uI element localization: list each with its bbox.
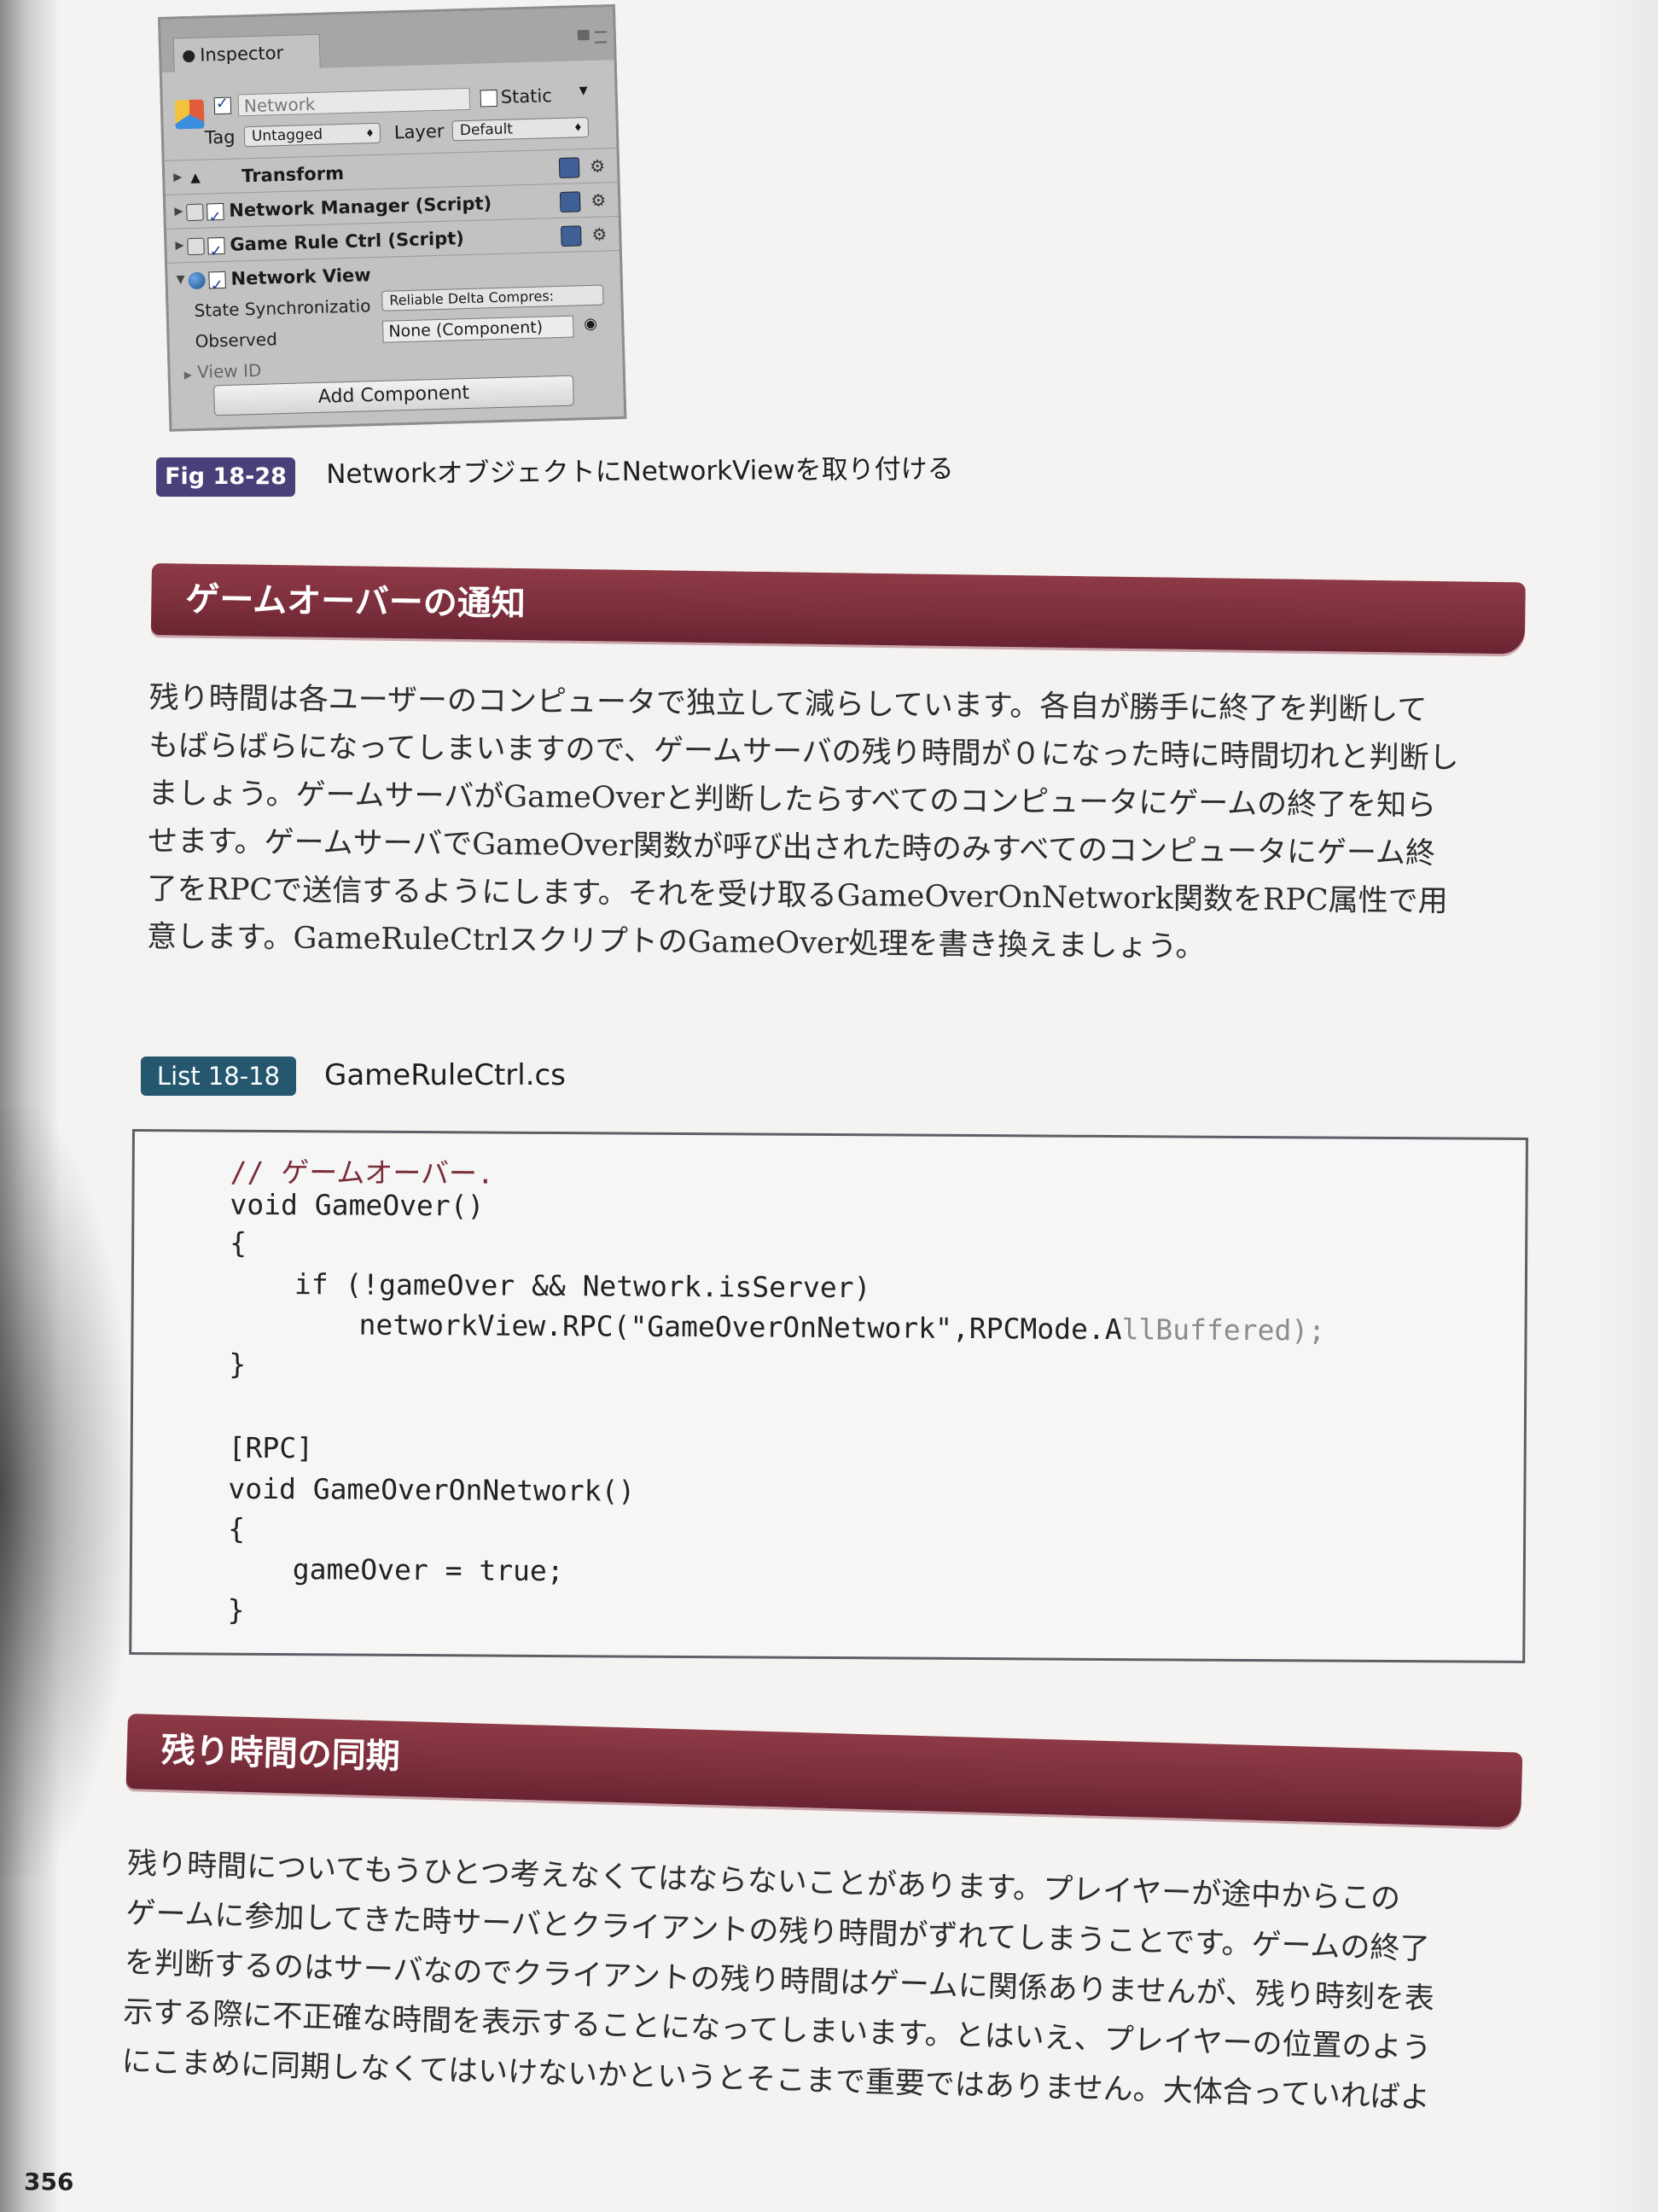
listing-badge: List 18-18 [141, 1057, 296, 1096]
tag-label: Tag [204, 126, 236, 148]
lock-icon [577, 29, 590, 41]
globe-icon [188, 271, 206, 290]
expand-triangle-icon: ▶ [173, 171, 183, 184]
tag-value: Untagged [251, 125, 323, 145]
section-heading: 残り時間の同期 [125, 1714, 1523, 1828]
listing-filename: GameRuleCtrl.cs [324, 1058, 566, 1092]
code-listing: // ゲームオーバー. void GameOver() { if (!gameO… [129, 1129, 1528, 1663]
expand-triangle-icon: ▶ [183, 369, 193, 381]
page-gutter-shadow [0, 0, 60, 2212]
help-book-icon [561, 225, 582, 247]
layer-label: Layer [393, 120, 445, 143]
gear-icon: ⚙ [589, 155, 606, 177]
code-text: networkView.RPC("GameOverOnNetwork",RPCM… [358, 1307, 1122, 1347]
gear-icon: ⚙ [590, 189, 607, 211]
inspector-screenshot: Inspector Network Static ▼ Tag Untagged ♦… [158, 4, 627, 432]
component-label: Network View [230, 265, 371, 289]
page-edge [1590, 0, 1658, 2212]
view-id-label: ▶ View ID [183, 359, 262, 383]
code-line: } [227, 1592, 245, 1627]
static-checkbox [480, 89, 498, 108]
script-icon [187, 237, 205, 256]
object-picker-icon: ◉ [583, 314, 598, 334]
figure-caption: NetworkオブジェクトにNetworkViewを取り付ける [326, 453, 954, 490]
menu-icon [594, 31, 608, 44]
active-checkbox [213, 96, 232, 115]
section1-paragraph: 残り時間は各ユーザーのコンピュータで独立して減らしています。各自が勝手に終了を判… [147, 674, 1460, 974]
inspector-tab: Inspector [172, 33, 321, 73]
code-comment: // ゲームオーバー. [230, 1155, 494, 1190]
component-enabled-checkbox [208, 271, 226, 289]
chevron-down-icon: ▼ [579, 84, 588, 98]
code-line: } [229, 1347, 247, 1381]
observed-label: Observed [195, 329, 278, 352]
code-line: networkView.RPC("GameOverOnNetwork",RPCM… [358, 1308, 1325, 1348]
collapse-triangle-icon: ▼ [176, 273, 185, 287]
help-book-icon [558, 157, 580, 178]
component-enabled-checkbox [207, 236, 225, 255]
section2-paragraph: 残り時間についてもうひとつ考えなくてはならないことがあります。プレイヤーが途中か… [121, 1839, 1438, 2123]
code-line: [RPC] [228, 1430, 314, 1465]
binding-shadow [0, 1109, 128, 1877]
section-heading: ゲームオーバーの通知 [150, 563, 1526, 655]
static-label: Static [500, 85, 553, 108]
layer-value: Default [459, 120, 514, 140]
dropdown-arrow-icon: ♦ [364, 126, 375, 140]
help-book-icon [559, 191, 581, 212]
code-line: void GameOverOnNetwork() [228, 1471, 636, 1508]
inspector-tab-label: Inspector [199, 42, 284, 66]
page-number: 356 [24, 2168, 74, 2196]
code-line: if (!gameOver && Network.isServer) [294, 1267, 871, 1305]
tag-dropdown: Untagged ♦ [243, 122, 381, 148]
gameobject-cube-icon [174, 99, 205, 130]
view-id-text: View ID [196, 359, 262, 382]
code-line: void GameOver() [230, 1187, 485, 1223]
gear-icon: ⚙ [591, 224, 608, 245]
component-label: Transform [241, 162, 345, 187]
transform-icon: ▲ [190, 169, 201, 186]
code-text-faded: llBuffered); [1121, 1313, 1326, 1348]
code-line: { [228, 1511, 246, 1545]
code-line: { [230, 1225, 247, 1260]
observed-field: None (Component) [382, 315, 574, 343]
state-sync-label: State Synchronizatio [194, 295, 371, 321]
expand-triangle-icon: ▶ [174, 205, 183, 218]
dropdown-arrow-icon: ♦ [573, 121, 583, 134]
code-line: gameOver = true; [292, 1552, 564, 1588]
add-component-button: Add Component [213, 375, 574, 416]
figure-badge: Fig 18-28 [156, 457, 295, 497]
component-enabled-checkbox [207, 202, 224, 221]
info-icon [183, 49, 195, 63]
layer-dropdown: Default ♦ [451, 116, 590, 142]
script-icon [186, 203, 204, 222]
state-sync-value: Reliable Delta Compres: [389, 288, 555, 309]
expand-triangle-icon: ▶ [175, 239, 184, 253]
object-name-field: Network [237, 87, 471, 117]
